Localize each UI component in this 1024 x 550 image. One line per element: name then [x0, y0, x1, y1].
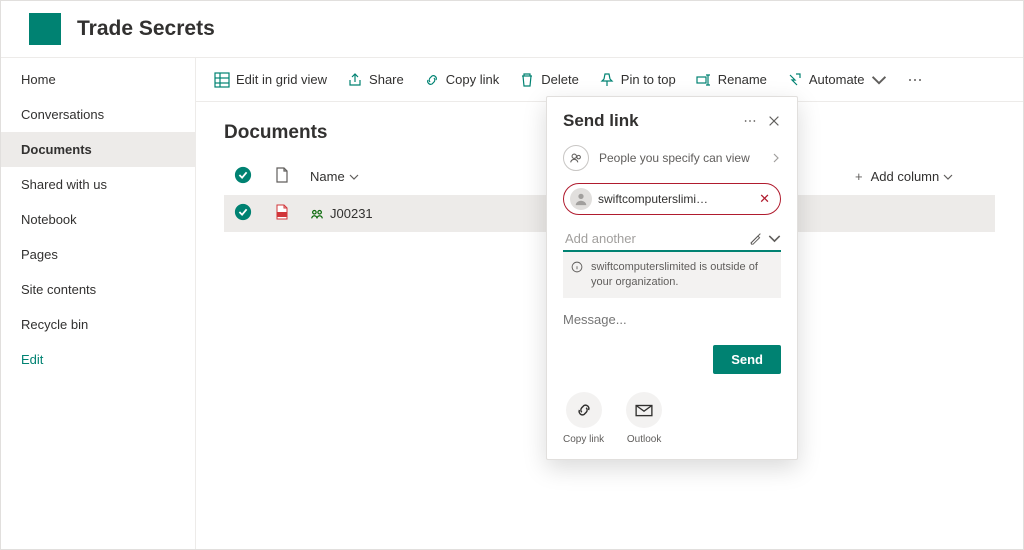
link-scope-selector[interactable]: People you specify can view — [563, 145, 781, 171]
site-logo-tile — [29, 13, 61, 45]
grid-icon — [214, 72, 230, 88]
add-recipient-input[interactable] — [563, 227, 749, 250]
recipient-chip[interactable]: swiftcomputerslimi… ✕ — [563, 183, 781, 215]
select-all-checkbox[interactable] — [234, 166, 252, 184]
remove-recipient-button[interactable]: ✕ — [755, 191, 774, 207]
share-label: Share — [369, 72, 404, 87]
chevron-down-icon — [943, 172, 953, 182]
info-icon — [571, 261, 583, 273]
dialog-title: Send link — [563, 111, 639, 131]
avatar-icon — [570, 188, 592, 210]
rename-label: Rename — [718, 72, 767, 87]
outlook-action[interactable]: Outlook — [626, 392, 662, 445]
filetype-column-icon[interactable] — [274, 167, 290, 183]
rename-icon — [696, 72, 712, 88]
edit-in-grid-button[interactable]: Edit in grid view — [206, 66, 335, 94]
recipient-chip-text: swiftcomputerslimi… — [598, 192, 749, 206]
delete-label: Delete — [541, 72, 579, 87]
sidebar-item-notebook[interactable]: Notebook — [1, 202, 195, 237]
pdf-icon — [274, 204, 290, 220]
chevron-down-icon[interactable] — [768, 232, 781, 245]
add-column-button[interactable]: + Add column — [855, 169, 953, 184]
sidebar-item-shared-with-us[interactable]: Shared with us — [1, 167, 195, 202]
message-input[interactable] — [563, 308, 781, 331]
dialog-more-button[interactable] — [743, 114, 757, 128]
copy-link-action-label: Copy link — [563, 434, 604, 445]
site-header: Trade Secrets — [1, 1, 1023, 58]
automate-button[interactable]: Automate — [779, 66, 895, 94]
chevron-down-icon — [871, 72, 887, 88]
column-header-name[interactable]: Name — [310, 169, 359, 184]
pencil-off-icon[interactable] — [749, 232, 762, 245]
add-column-label: Add column — [871, 169, 940, 184]
sidebar-item-documents[interactable]: Documents — [1, 132, 195, 167]
sidebar-item-site-contents[interactable]: Site contents — [1, 272, 195, 307]
pin-label: Pin to top — [621, 72, 676, 87]
delete-button[interactable]: Delete — [511, 66, 587, 94]
external-user-warning-text: swiftcomputerslimited is outside of your… — [591, 260, 773, 290]
sidebar-item-conversations[interactable]: Conversations — [1, 97, 195, 132]
send-button[interactable]: Send — [713, 345, 781, 374]
pin-to-top-button[interactable]: Pin to top — [591, 66, 684, 94]
file-name: J00231 — [330, 206, 373, 221]
outlook-icon — [635, 401, 653, 419]
flow-icon — [787, 72, 803, 88]
rename-button[interactable]: Rename — [688, 66, 775, 94]
site-title: Trade Secrets — [77, 17, 215, 41]
link-icon — [575, 401, 593, 419]
chevron-down-icon — [349, 172, 359, 182]
send-link-dialog: Send link People you specify can view — [546, 96, 798, 460]
dialog-close-button[interactable] — [767, 114, 781, 128]
external-user-warning: swiftcomputerslimited is outside of your… — [563, 252, 781, 298]
share-icon — [347, 72, 363, 88]
sidebar-item-pages[interactable]: Pages — [1, 237, 195, 272]
sidebar-edit-link[interactable]: Edit — [1, 342, 195, 377]
sidebar-item-recycle-bin[interactable]: Recycle bin — [1, 307, 195, 342]
row-select-checkbox[interactable] — [234, 203, 252, 221]
shared-indicator-icon — [310, 207, 324, 221]
link-icon — [424, 72, 440, 88]
share-button[interactable]: Share — [339, 66, 412, 94]
edit-in-grid-label: Edit in grid view — [236, 72, 327, 87]
sidebar-item-home[interactable]: Home — [1, 62, 195, 97]
trash-icon — [519, 72, 535, 88]
plus-icon: + — [855, 169, 863, 184]
ellipsis-icon — [907, 72, 923, 88]
more-actions-button[interactable] — [899, 66, 931, 94]
copy-link-action[interactable]: Copy link — [563, 392, 604, 445]
outlook-action-label: Outlook — [627, 434, 661, 445]
left-nav: Home Conversations Documents Shared with… — [1, 58, 196, 549]
pin-icon — [599, 72, 615, 88]
chevron-right-icon — [771, 153, 781, 163]
people-icon — [563, 145, 589, 171]
link-scope-label: People you specify can view — [599, 151, 750, 165]
copy-link-button[interactable]: Copy link — [416, 66, 507, 94]
automate-label: Automate — [809, 72, 865, 87]
copy-link-label: Copy link — [446, 72, 499, 87]
column-header-name-label: Name — [310, 169, 345, 184]
